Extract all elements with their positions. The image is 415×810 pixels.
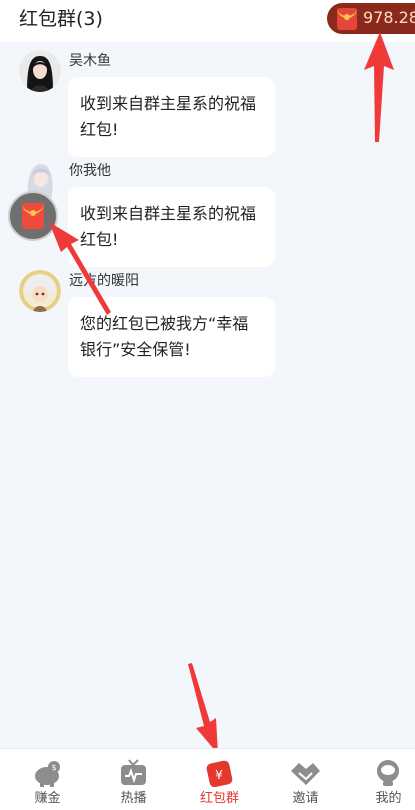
red-envelope-icon [22, 203, 44, 229]
tab-label: 邀请 [292, 791, 319, 806]
tab-invite[interactable]: 邀请 [264, 749, 347, 810]
handshake-icon [291, 763, 320, 785]
tab-mine[interactable]: 我的 [347, 749, 415, 810]
svg-text:$: $ [51, 763, 56, 772]
balance-value: 978.28 [363, 8, 415, 27]
tab-label: 热播 [120, 791, 147, 806]
piggy-bank-icon: $ [35, 761, 60, 787]
message-bubble: 收到来自群主星系的祝福红包! [68, 77, 275, 157]
top-bar: 红包群(3) 978.28 [0, 0, 415, 42]
tv-icon [121, 759, 146, 785]
tab-label: 赚金 [34, 791, 61, 806]
tab-hot[interactable]: 热播 [92, 749, 175, 810]
annotation-arrow-balance [364, 32, 394, 142]
svg-text:¥: ¥ [215, 768, 223, 782]
annotation-arrow-float [49, 222, 111, 315]
avatar[interactable] [19, 50, 61, 92]
tab-label: 红包群 [199, 791, 239, 806]
bottom-tab-bar: $ 赚金 热播 ¥ 红包群 邀请 我的 [0, 748, 415, 810]
tab-earn[interactable]: $ 赚金 [6, 749, 89, 810]
red-envelope-icon [337, 8, 357, 30]
sender-name: 吴木鱼 [69, 53, 111, 69]
page-title: 红包群(3) [19, 8, 103, 30]
red-envelope-icon: ¥ [206, 760, 233, 787]
annotation-arrow-tab [188, 663, 218, 754]
sender-name: 你我他 [69, 163, 111, 179]
tab-red-envelope-group[interactable]: ¥ 红包群 [178, 749, 261, 810]
tab-label: 我的 [375, 791, 402, 806]
profile-icon [377, 760, 399, 786]
